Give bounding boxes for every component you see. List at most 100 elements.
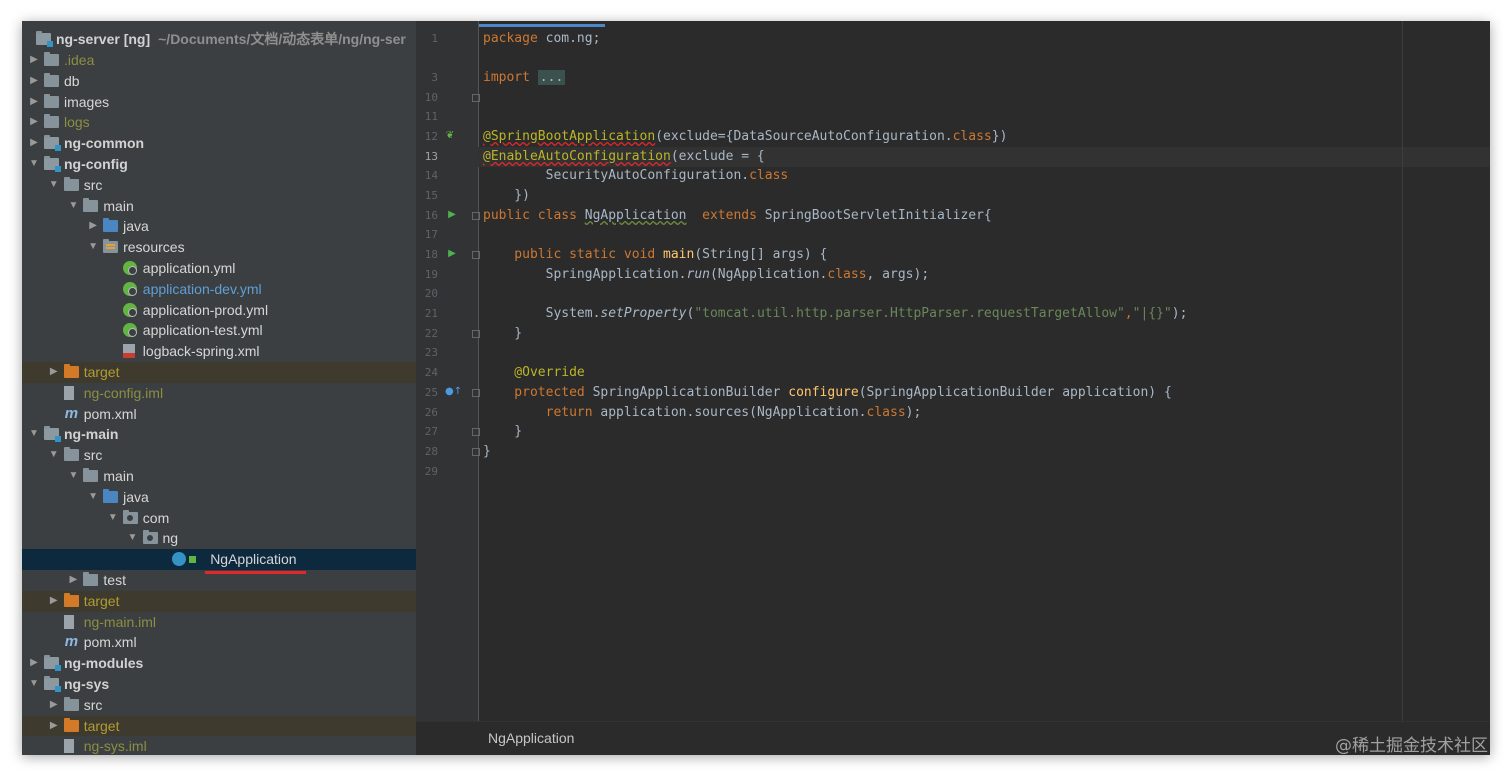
collapse-arrow-icon[interactable]: ▼ <box>28 424 40 445</box>
tree-item-target[interactable]: ▶ target <box>22 715 416 737</box>
tree-item-label: logs <box>64 114 90 131</box>
collapse-arrow-icon[interactable]: ▼ <box>67 196 79 217</box>
line-number: 11 <box>424 110 438 123</box>
tree-item-ng-common[interactable]: ▶ ng-common <box>22 133 416 154</box>
collapse-arrow-icon[interactable]: ▼ <box>48 445 60 466</box>
tree-item-application-prod-yml[interactable]: application-prod.yml <box>22 300 416 321</box>
tree-item-label: src <box>83 447 103 464</box>
tree-item-src[interactable]: ▶ src <box>22 695 416 716</box>
folded-imports[interactable]: ... <box>537 70 566 85</box>
line-number: 1 <box>431 32 438 45</box>
folder-icon <box>44 52 59 66</box>
code-editor[interactable]: 1 3 10 11 12 13 14 15 16 17 18 19 20 21 22 23 24 25 26 27 28… <box>416 21 1490 755</box>
expand-arrow-icon[interactable]: ▶ <box>28 71 40 92</box>
code-line-12: @SpringBootApplication(exclude={DataSour… <box>483 129 1008 144</box>
tree-item-application-yml[interactable]: application.yml <box>22 258 416 279</box>
source-folder-icon <box>103 218 119 233</box>
fold-marker[interactable] <box>472 428 480 436</box>
tree-item-ng-config[interactable]: ▼ ng-config <box>22 154 416 175</box>
expand-arrow-icon[interactable]: ▶ <box>28 133 40 154</box>
override-method-icon[interactable]: ●↑ <box>445 386 462 398</box>
expand-arrow-icon[interactable]: ▶ <box>48 591 60 612</box>
line-number: 15 <box>424 189 438 202</box>
collapse-arrow-icon[interactable]: ▼ <box>67 466 79 487</box>
fold-marker[interactable] <box>472 330 480 338</box>
tree-item-target[interactable]: ▶ target <box>22 362 416 383</box>
folder-icon <box>44 72 59 87</box>
expand-arrow-icon[interactable]: ▶ <box>87 216 99 237</box>
collapse-arrow-icon[interactable]: ▼ <box>87 237 99 258</box>
tree-item-logback-spring-xml[interactable]: logback-spring.xml <box>22 341 416 362</box>
right-margin-guide <box>1402 21 1403 721</box>
project-tree[interactable]: ng-server [ng] ~/Documents/文档/动态表单/ng/ng-… <box>22 21 416 755</box>
tree-item-ng[interactable]: ▼ ng <box>22 528 416 549</box>
collapse-arrow-icon[interactable]: ▼ <box>107 508 119 529</box>
expand-arrow-icon[interactable]: ▶ <box>28 112 40 133</box>
folder-icon <box>63 176 79 191</box>
iml-file-icon <box>63 385 74 400</box>
tree-item-application-dev-yml[interactable]: application-dev.yml <box>22 279 416 300</box>
tree-item-label: .idea <box>64 52 95 68</box>
tree-item-label: ng-sys <box>64 676 110 692</box>
folder-icon <box>83 572 99 586</box>
tree-item-ngapplication[interactable]: NgApplication <box>22 549 416 570</box>
root-name: ng-server [ng] <box>56 31 151 47</box>
collapse-arrow-icon[interactable]: ▼ <box>127 528 139 549</box>
tree-item-ng-sys[interactable]: ▼ ng-sys <box>22 674 416 695</box>
code-line-16: public class NgApplication extends Sprin… <box>483 208 992 223</box>
expand-arrow-icon[interactable]: ▶ <box>67 570 79 591</box>
tree-item-ng-sys-iml[interactable]: ng-sys.iml <box>22 736 416 755</box>
tree-item-java[interactable]: ▶ java <box>22 216 416 237</box>
tree-item-logs[interactable]: ▶ logs <box>22 112 416 133</box>
tree-item-ng-main[interactable]: ▼ ng-main <box>22 424 416 445</box>
collapse-arrow-icon[interactable]: ▼ <box>48 175 60 196</box>
tree-item-com[interactable]: ▼ com <box>22 508 416 529</box>
tree-item-ng-modules[interactable]: ▶ ng-modules <box>22 653 416 674</box>
expand-arrow-icon[interactable]: ▶ <box>28 92 40 113</box>
line-number: 10 <box>424 91 438 104</box>
expand-arrow-icon[interactable]: ▶ <box>48 695 60 716</box>
tree-item-label: pom.xml <box>83 405 137 422</box>
tree-item-src[interactable]: ▼ src <box>22 445 416 466</box>
tree-item-target[interactable]: ▶ target <box>22 590 416 612</box>
expand-arrow-icon[interactable]: ▶ <box>48 716 60 737</box>
tree-item-pom-xml[interactable]: m pom.xml <box>22 404 416 425</box>
tree-item-pom-xml[interactable]: m pom.xml <box>22 632 416 653</box>
tree-item-db[interactable]: ▶ db <box>22 71 416 92</box>
expand-arrow-icon[interactable]: ▶ <box>48 362 60 383</box>
folder-icon <box>83 468 99 482</box>
module-folder-icon <box>36 31 53 47</box>
iml-file-icon <box>63 614 74 629</box>
collapse-arrow-icon[interactable]: ▼ <box>28 154 40 175</box>
tree-item-ng-config-iml[interactable]: ng-config.iml <box>22 383 416 404</box>
fold-marker[interactable] <box>472 448 480 456</box>
tree-root[interactable]: ng-server [ng] ~/Documents/文档/动态表单/ng/ng-… <box>22 29 416 50</box>
folder-icon <box>44 93 59 108</box>
tree-item-application-test-yml[interactable]: application-test.yml <box>22 320 416 341</box>
expand-arrow-icon[interactable]: ▶ <box>28 50 40 71</box>
fold-marker[interactable] <box>472 251 480 259</box>
package-icon <box>142 530 158 545</box>
tree-item-src[interactable]: ▼ src <box>22 175 416 196</box>
tree-item-resources[interactable]: ▼ resources <box>22 237 416 258</box>
expand-arrow-icon[interactable]: ▶ <box>28 653 40 674</box>
collapse-arrow-icon[interactable]: ▼ <box>87 487 99 508</box>
spring-config-icon <box>122 302 137 317</box>
tree-item-main[interactable]: ▼ main <box>22 196 416 217</box>
run-main-icon[interactable]: ▶ <box>446 248 458 260</box>
breadcrumb-class[interactable]: NgApplication <box>488 730 574 746</box>
spring-bean-gutter-icon[interactable]: ❦ <box>444 130 456 142</box>
fold-marker[interactable] <box>472 94 480 102</box>
collapse-arrow-icon[interactable]: ▼ <box>28 674 40 695</box>
tree-item-ng-main-iml[interactable]: ng-main.iml <box>22 612 416 633</box>
fold-marker[interactable] <box>472 212 480 220</box>
tree-item--idea[interactable]: ▶ .idea <box>22 50 416 71</box>
tree-item-label: application-test.yml <box>142 322 263 339</box>
tree-item-main[interactable]: ▼ main <box>22 466 416 487</box>
tree-item-label: com <box>142 509 170 526</box>
fold-marker[interactable] <box>472 389 480 397</box>
run-class-icon[interactable]: ▶ <box>446 209 458 221</box>
tree-item-label: pom.xml <box>83 634 137 651</box>
tree-item-java[interactable]: ▼ java <box>22 487 416 508</box>
tree-item-images[interactable]: ▶ images <box>22 92 416 113</box>
